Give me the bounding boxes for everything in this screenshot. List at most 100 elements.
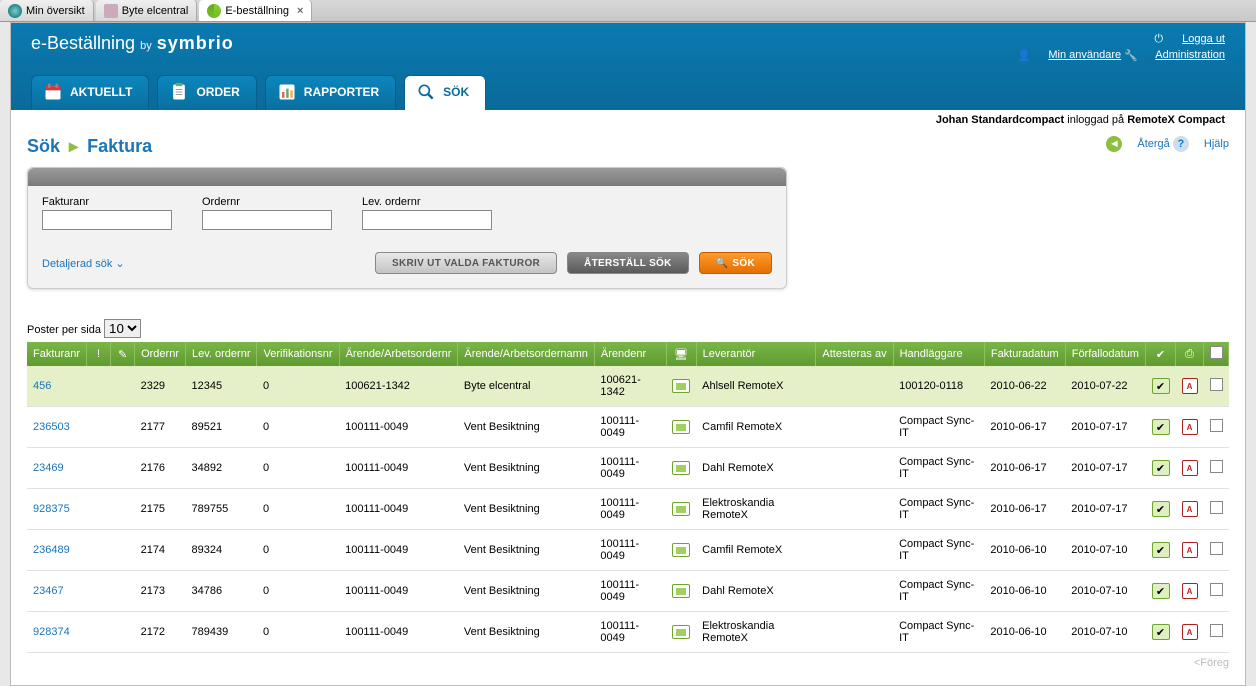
cell-pdf[interactable]: A xyxy=(1176,530,1204,571)
col-arendenamn[interactable]: Ärende/Arbetsordernamn xyxy=(458,342,595,366)
col-action1[interactable]: ✔ xyxy=(1146,342,1176,366)
table-row[interactable]: 234692176348920100111-0049Vent Besiktnin… xyxy=(27,448,1229,489)
cell-action[interactable]: ✔ xyxy=(1146,366,1176,407)
cell-forfallodatum: 2010-07-10 xyxy=(1065,571,1145,612)
cell-fakturanr[interactable]: 928374 xyxy=(27,612,87,653)
pdf-icon: ⎙ xyxy=(1185,348,1194,360)
cell-arendenr-full: 100111-0049 xyxy=(339,448,458,489)
cell-checkbox[interactable] xyxy=(1204,530,1229,571)
cell-verif: 0 xyxy=(257,571,339,612)
browser-tab[interactable]: Byte elcentral xyxy=(96,0,198,21)
col-attesteras[interactable]: Attesteras av xyxy=(816,342,893,366)
cell-pdf[interactable]: A xyxy=(1176,612,1204,653)
browser-tab[interactable]: Min översikt xyxy=(0,0,94,21)
col-levordernr[interactable]: Lev. ordernr xyxy=(185,342,257,366)
col-pdf[interactable]: ⎙ xyxy=(1176,342,1204,366)
cell-checkbox[interactable] xyxy=(1204,612,1229,653)
note-icon: ✎ xyxy=(118,349,127,361)
cell-action[interactable]: ✔ xyxy=(1146,448,1176,489)
table-row[interactable]: 92837421727894390100111-0049Vent Besiktn… xyxy=(27,612,1229,653)
cell-checkbox[interactable] xyxy=(1204,448,1229,489)
myuser-link[interactable]: Min användare xyxy=(1048,49,1121,61)
cell-pdf[interactable]: A xyxy=(1176,448,1204,489)
cell-arendenamn: Vent Besiktning xyxy=(458,530,595,571)
col-alert[interactable]: ! xyxy=(87,342,111,366)
cell-fakturanr[interactable]: 456 xyxy=(27,366,87,407)
col-check[interactable] xyxy=(1204,342,1229,366)
ordernr-input[interactable] xyxy=(202,210,332,230)
fakturanr-input[interactable] xyxy=(42,210,172,230)
help-link[interactable]: Hjälp xyxy=(1204,138,1229,150)
cell-pdf[interactable]: A xyxy=(1176,489,1204,530)
cell-action[interactable]: ✔ xyxy=(1146,489,1176,530)
table-row[interactable]: 4562329123450100621-1342Byte elcentral10… xyxy=(27,366,1229,407)
logout-link[interactable]: Logga ut xyxy=(1182,33,1225,45)
tab-label: AKTUELLT xyxy=(70,85,132,99)
perpage-select[interactable]: 10 xyxy=(104,319,141,338)
col-leverantor[interactable]: Leverantör xyxy=(696,342,816,366)
tab-sok[interactable]: SÖK xyxy=(404,75,486,110)
tab-aktuellt[interactable]: AKTUELLT xyxy=(31,75,149,110)
admin-link[interactable]: Administration xyxy=(1155,49,1225,61)
col-monitor[interactable]: 🖥 xyxy=(666,342,696,366)
cell-fakturanr[interactable]: 236503 xyxy=(27,407,87,448)
col-verifikationsnr[interactable]: Verifikationsnr xyxy=(257,342,339,366)
reset-button[interactable]: ÅTERSTÄLL SÖK xyxy=(567,252,689,274)
detailed-search-link[interactable]: Detaljerad sök ⌄ xyxy=(42,257,125,270)
close-icon[interactable]: × xyxy=(297,5,303,17)
back-link[interactable]: Återgå xyxy=(1137,138,1169,150)
cell-fakturanr[interactable]: 23469 xyxy=(27,448,87,489)
browser-tab[interactable]: E-beställning × xyxy=(199,0,312,21)
print-button[interactable]: SKRIV UT VALDA FAKTUROR xyxy=(375,252,557,274)
col-handlaggare[interactable]: Handläggare xyxy=(893,342,984,366)
cell-fakturanr[interactable]: 23467 xyxy=(27,571,87,612)
col-arendenr[interactable]: Ärendenr xyxy=(594,342,666,366)
col-note[interactable]: ✎ xyxy=(111,342,135,366)
cell-monitor[interactable] xyxy=(666,489,696,530)
cell-pdf[interactable]: A xyxy=(1176,571,1204,612)
cell-arendenr-full: 100111-0049 xyxy=(339,530,458,571)
cell-monitor[interactable] xyxy=(666,530,696,571)
cell-fakturanr[interactable]: 928375 xyxy=(27,489,87,530)
cell-verif: 0 xyxy=(257,530,339,571)
col-arendenr-full[interactable]: Ärende/Arbetsordernr xyxy=(339,342,458,366)
cell-monitor[interactable] xyxy=(666,407,696,448)
col-fakturanr[interactable]: Fakturanr xyxy=(27,342,87,366)
col-forfallodatum[interactable]: Förfallodatum xyxy=(1065,342,1145,366)
cell-action[interactable]: ✔ xyxy=(1146,530,1176,571)
cell-monitor[interactable] xyxy=(666,448,696,489)
cell-monitor[interactable] xyxy=(666,571,696,612)
cell-monitor[interactable] xyxy=(666,612,696,653)
cell-action[interactable]: ✔ xyxy=(1146,407,1176,448)
crumb-current: Faktura xyxy=(87,136,152,156)
monitor-icon xyxy=(672,379,690,393)
cell-checkbox[interactable] xyxy=(1204,407,1229,448)
cell-pdf[interactable]: A xyxy=(1176,407,1204,448)
cell-checkbox[interactable] xyxy=(1204,489,1229,530)
tab-rapporter[interactable]: RAPPORTER xyxy=(265,75,396,110)
table-row[interactable]: 2365032177895210100111-0049Vent Besiktni… xyxy=(27,407,1229,448)
cell-action[interactable]: ✔ xyxy=(1146,612,1176,653)
levordernr-input[interactable] xyxy=(362,210,492,230)
cell-alert xyxy=(87,489,111,530)
cell-fakturanr[interactable]: 236489 xyxy=(27,530,87,571)
cell-ordernr: 2176 xyxy=(135,448,186,489)
cell-forfallodatum: 2010-07-22 xyxy=(1065,366,1145,407)
table-row[interactable]: 2364892174893240100111-0049Vent Besiktni… xyxy=(27,530,1229,571)
cell-pdf[interactable]: A xyxy=(1176,366,1204,407)
cell-checkbox[interactable] xyxy=(1204,571,1229,612)
cell-checkbox[interactable] xyxy=(1204,366,1229,407)
prev-link[interactable]: <Föreg xyxy=(27,657,1229,669)
cell-forfallodatum: 2010-07-10 xyxy=(1065,612,1145,653)
cell-monitor[interactable] xyxy=(666,366,696,407)
col-fakturadatum[interactable]: Fakturadatum xyxy=(984,342,1065,366)
cell-arendenr-full: 100111-0049 xyxy=(339,489,458,530)
table-row[interactable]: 92837521757897550100111-0049Vent Besiktn… xyxy=(27,489,1229,530)
col-ordernr[interactable]: Ordernr xyxy=(135,342,186,366)
table-row[interactable]: 234672173347860100111-0049Vent Besiktnin… xyxy=(27,571,1229,612)
pdf-icon: A xyxy=(1182,419,1198,435)
tab-order[interactable]: ORDER xyxy=(157,75,256,110)
cell-action[interactable]: ✔ xyxy=(1146,571,1176,612)
search-button[interactable]: 🔍SÖK xyxy=(699,252,772,274)
calendar-icon xyxy=(42,82,64,102)
